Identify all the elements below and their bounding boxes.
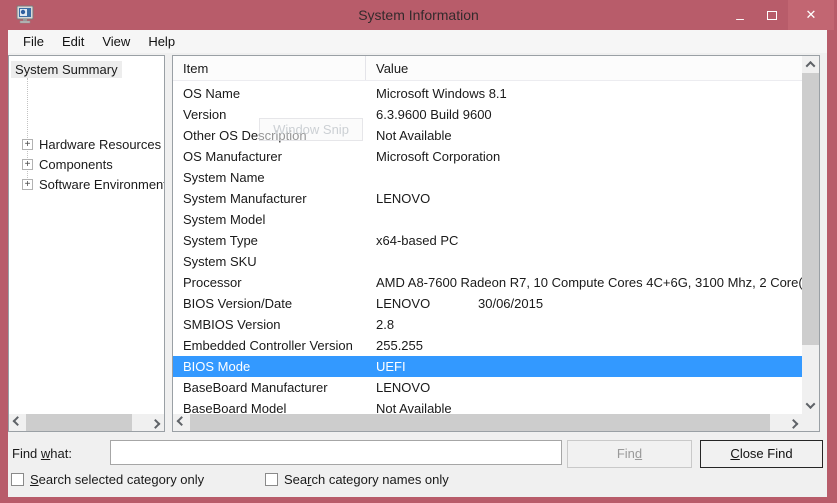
tree-horizontal-scrollbar[interactable] xyxy=(9,414,164,431)
window-body: System Summary + Hardware Resources + Co… xyxy=(8,53,827,497)
horizontal-scrollbar-thumb[interactable] xyxy=(190,414,770,431)
table-row[interactable]: Version6.3.9600 Build 9600 xyxy=(173,104,802,125)
minimize-icon: – xyxy=(736,13,744,23)
menu-view[interactable]: View xyxy=(93,30,139,53)
minimize-button[interactable]: – xyxy=(724,0,756,30)
search-category-names-option: Search category names only xyxy=(265,472,449,487)
expand-plus-icon[interactable]: + xyxy=(22,139,33,150)
close-button[interactable]: ✕ xyxy=(788,0,834,30)
column-header-item[interactable]: Item xyxy=(173,56,366,80)
scroll-right-icon[interactable] xyxy=(147,414,164,431)
scroll-left-icon[interactable] xyxy=(9,414,26,431)
search-selected-category-checkbox[interactable] xyxy=(11,473,24,486)
system-information-window: System Information – ✕ File Edit View He… xyxy=(0,0,837,503)
scroll-up-icon[interactable] xyxy=(802,56,819,73)
scrollbar-corner xyxy=(802,414,819,431)
tree-item-hardware-resources[interactable]: + Hardware Resources xyxy=(22,136,161,152)
scroll-down-icon[interactable] xyxy=(802,397,819,414)
horizontal-scrollbar[interactable] xyxy=(173,414,802,431)
menu-file[interactable]: File xyxy=(14,30,53,53)
tree-item-components[interactable]: + Components xyxy=(22,156,113,172)
table-row[interactable]: Other OS DescriptionNot Available xyxy=(173,125,802,146)
tree-scrollbar-thumb[interactable] xyxy=(26,414,132,431)
category-tree: System Summary + Hardware Resources + Co… xyxy=(8,55,165,432)
vertical-scrollbar-thumb[interactable] xyxy=(802,73,819,345)
caption-buttons: – ✕ xyxy=(724,0,834,30)
table-row[interactable]: System Typex64-based PC xyxy=(173,230,802,251)
find-what-label: Find what: xyxy=(12,446,72,461)
menu-help[interactable]: Help xyxy=(139,30,184,53)
details-list: Item Value OS NameMicrosoft Windows 8.1 … xyxy=(172,55,820,432)
table-row[interactable]: OS ManufacturerMicrosoft Corporation xyxy=(173,146,802,167)
window-title: System Information xyxy=(0,0,837,30)
maximize-button[interactable] xyxy=(756,0,788,30)
tree-item-system-summary[interactable]: System Summary xyxy=(11,61,122,78)
find-input[interactable] xyxy=(110,440,562,465)
table-row-selected[interactable]: BIOS ModeUEFI xyxy=(173,356,802,377)
scroll-right-icon[interactable] xyxy=(785,414,802,431)
list-rows: OS NameMicrosoft Windows 8.1 Version6.3.… xyxy=(173,83,802,419)
find-button[interactable]: Find xyxy=(567,440,692,468)
table-row[interactable]: BIOS Version/DateLENOVO30/06/2015 xyxy=(173,293,802,314)
title-bar[interactable]: System Information – ✕ xyxy=(0,0,837,30)
checkbox-label: Search category names only xyxy=(284,472,449,487)
table-row[interactable]: System Name xyxy=(173,167,802,188)
table-row[interactable]: BaseBoard ManufacturerLENOVO xyxy=(173,377,802,398)
vertical-scrollbar[interactable] xyxy=(802,56,819,414)
table-row[interactable]: System ManufacturerLENOVO xyxy=(173,188,802,209)
tree-item-software-environment[interactable]: + Software Environment xyxy=(22,176,165,192)
scroll-left-icon[interactable] xyxy=(173,414,190,431)
close-icon: ✕ xyxy=(806,7,817,23)
menu-edit[interactable]: Edit xyxy=(53,30,93,53)
column-header-value[interactable]: Value xyxy=(366,56,802,80)
expand-plus-icon[interactable]: + xyxy=(22,159,33,170)
table-row[interactable]: OS NameMicrosoft Windows 8.1 xyxy=(173,83,802,104)
table-row[interactable]: SMBIOS Version2.8 xyxy=(173,314,802,335)
table-row[interactable]: ProcessorAMD A8-7600 Radeon R7, 10 Compu… xyxy=(173,272,802,293)
maximize-icon xyxy=(767,11,777,20)
table-row[interactable]: Embedded Controller Version255.255 xyxy=(173,335,802,356)
search-selected-category-option: Search selected category only xyxy=(11,472,204,487)
menu-bar: File Edit View Help xyxy=(8,30,827,53)
close-find-button[interactable]: Close Find xyxy=(700,440,823,468)
bios-date-value: 30/06/2015 xyxy=(478,293,543,314)
expand-plus-icon[interactable]: + xyxy=(22,179,33,190)
list-header: Item Value xyxy=(173,56,802,81)
search-category-names-checkbox[interactable] xyxy=(265,473,278,486)
table-row[interactable]: System Model xyxy=(173,209,802,230)
table-row[interactable]: System SKU xyxy=(173,251,802,272)
checkbox-label: Search selected category only xyxy=(30,472,204,487)
